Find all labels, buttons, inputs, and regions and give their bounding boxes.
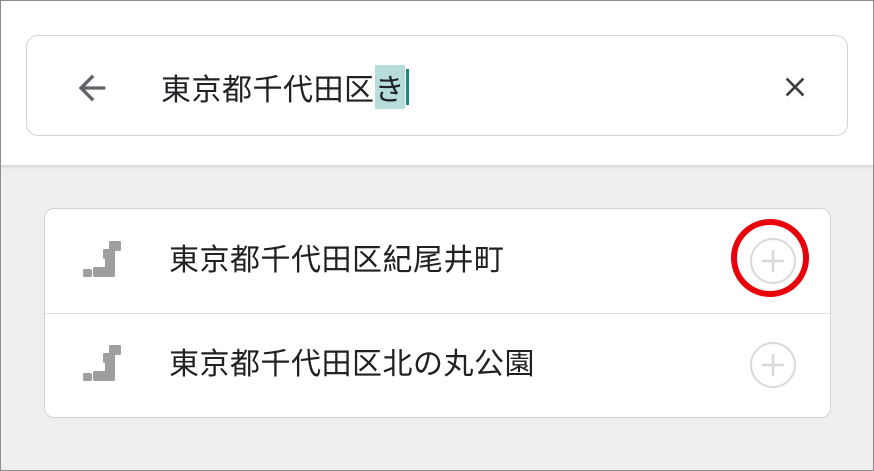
search-bar: 東京都千代田区き: [26, 35, 848, 136]
suggestion-list: 東京都千代田区紀尾井町 東京都千代田区北の丸公園: [44, 208, 831, 418]
clear-search-button[interactable]: [775, 67, 815, 107]
japan-map-icon: [83, 241, 121, 277]
close-icon: [785, 77, 805, 97]
search-query-composing: き: [374, 65, 405, 109]
suggestion-item[interactable]: 東京都千代田区紀尾井町: [45, 209, 830, 314]
back-button[interactable]: [71, 67, 113, 109]
screen: 東京都千代田区き 東京都千代田区紀尾井町 東京都千代田区北の丸公園: [0, 0, 874, 471]
plus-circle-icon: [750, 342, 796, 388]
text-caret: [406, 69, 409, 105]
search-header: 東京都千代田区き: [1, 1, 873, 165]
japan-map-icon: [83, 345, 121, 381]
suggestion-item[interactable]: 東京都千代田区北の丸公園: [45, 313, 830, 417]
add-suggestion-button[interactable]: [747, 235, 799, 287]
arrow-back-icon: [78, 74, 106, 102]
suggestion-label: 東京都千代田区北の丸公園: [169, 347, 535, 382]
search-query-text: 東京都千代田区: [161, 73, 375, 108]
plus-circle-icon: [750, 238, 796, 284]
suggestion-label: 東京都千代田区紀尾井町: [169, 243, 505, 278]
add-suggestion-button[interactable]: [747, 339, 799, 391]
search-input[interactable]: 東京都千代田区き: [161, 64, 409, 110]
